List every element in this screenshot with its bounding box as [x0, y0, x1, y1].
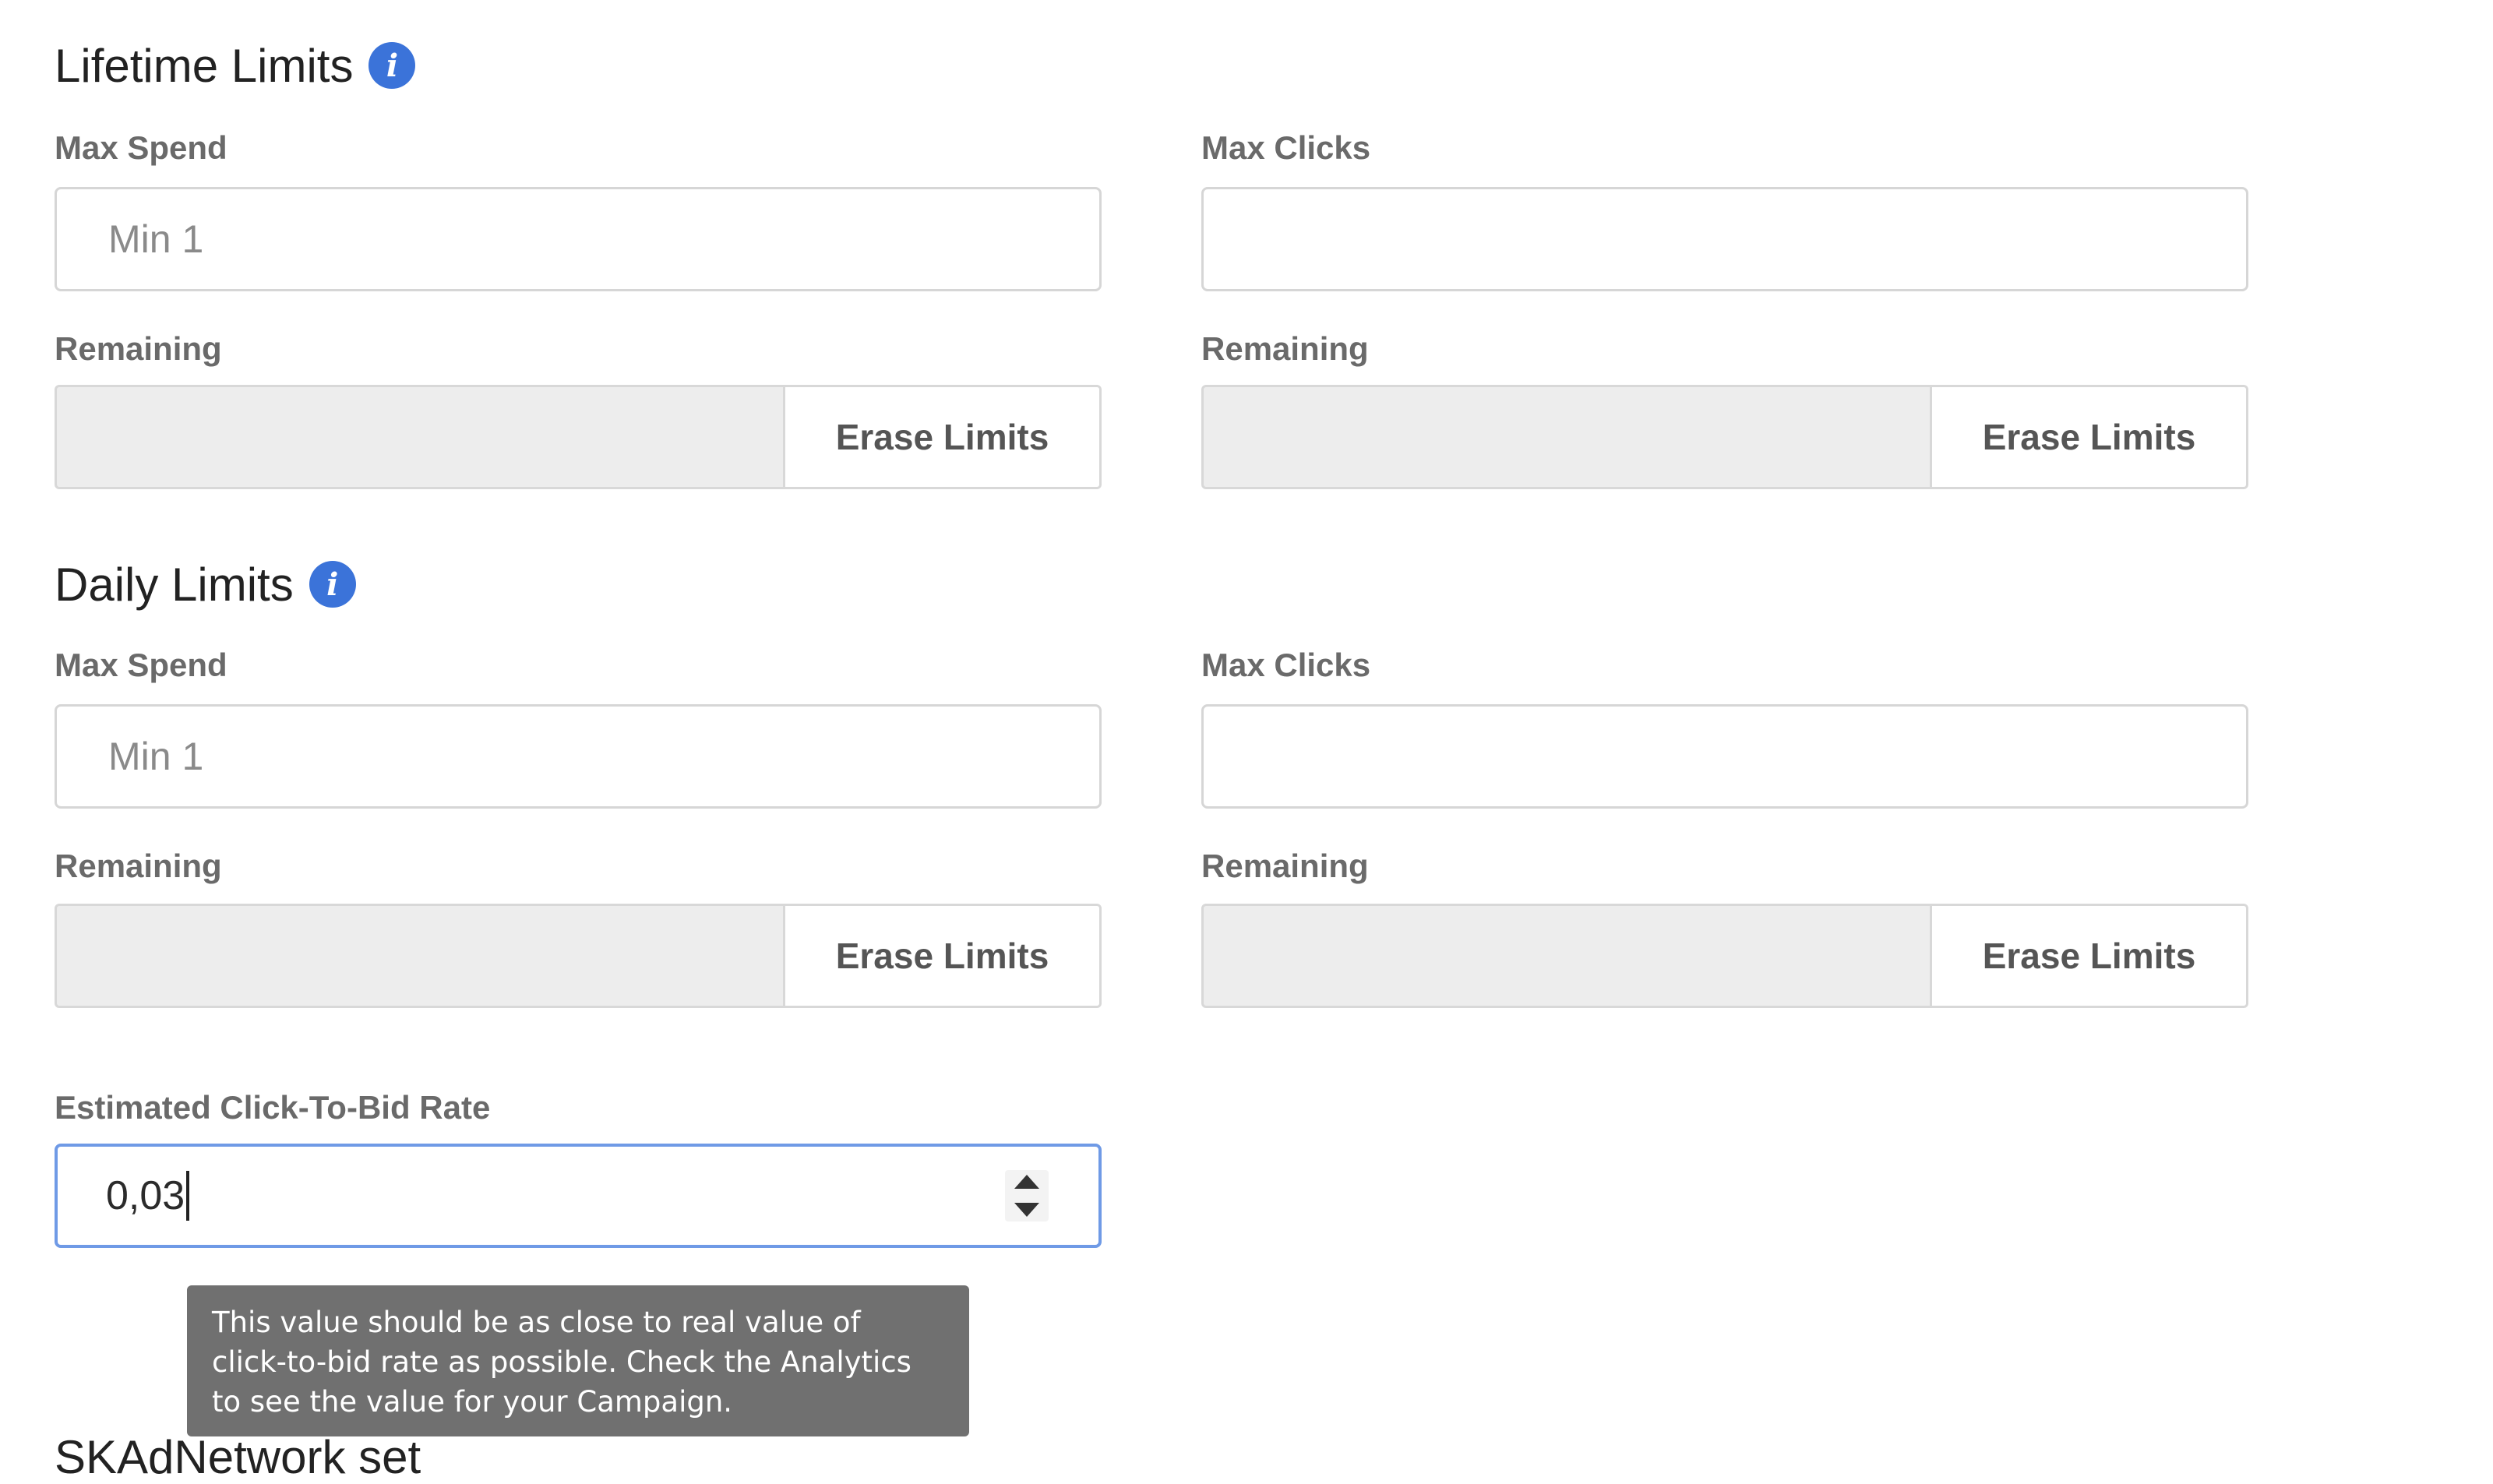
lifetime-max-spend-label: Max Spend [55, 129, 227, 166]
daily-limits-heading: Daily Limits i [55, 553, 356, 615]
stepper-down-icon[interactable] [1014, 1203, 1039, 1217]
info-icon[interactable]: i [368, 42, 416, 89]
daily-clicks-remaining-field: Erase Limits [1201, 904, 2248, 1008]
daily-clicks-erase-button[interactable]: Erase Limits [1930, 906, 2246, 1006]
lifetime-remaining-label-left: Remaining [55, 330, 222, 367]
daily-max-spend-input[interactable]: Min 1 [55, 704, 1102, 809]
daily-remaining-label-right: Remaining [1201, 848, 1369, 884]
lifetime-max-spend-input[interactable]: Min 1 [55, 187, 1102, 291]
lifetime-max-clicks-label: Max Clicks [1201, 129, 1371, 166]
lifetime-spend-remaining-field: Erase Limits [55, 385, 1102, 489]
lifetime-spend-erase-button[interactable]: Erase Limits [783, 387, 1099, 487]
lifetime-clicks-erase-button[interactable]: Erase Limits [1930, 387, 2246, 487]
skadnetwork-heading: SKAdNetwork set [55, 1431, 421, 1483]
lifetime-remaining-label-right: Remaining [1201, 330, 1369, 367]
click-to-bid-rate-input[interactable]: 0,03 [55, 1144, 1102, 1248]
click-to-bid-rate-label: Estimated Click-To-Bid Rate [55, 1089, 491, 1126]
click-to-bid-rate-value: 0,03 [106, 1173, 185, 1218]
daily-max-clicks-input[interactable] [1201, 704, 2248, 809]
click-to-bid-rate-tooltip: This value should be as close to real va… [187, 1285, 969, 1436]
lifetime-max-clicks-input[interactable] [1201, 187, 2248, 291]
daily-remaining-label-left: Remaining [55, 848, 222, 884]
info-icon[interactable]: i [309, 561, 356, 608]
lifetime-clicks-remaining-field: Erase Limits [1201, 385, 2248, 489]
text-caret [186, 1171, 190, 1221]
daily-limits-title: Daily Limits [55, 558, 294, 611]
daily-max-spend-placeholder: Min 1 [108, 735, 204, 778]
lifetime-limits-heading: Lifetime Limits i [55, 34, 416, 97]
daily-spend-remaining-field: Erase Limits [55, 904, 1102, 1008]
lifetime-limits-title: Lifetime Limits [55, 39, 354, 92]
stepper-up-icon[interactable] [1014, 1175, 1039, 1189]
daily-spend-erase-button[interactable]: Erase Limits [783, 906, 1099, 1006]
daily-max-spend-label: Max Spend [55, 647, 227, 683]
lifetime-max-spend-placeholder: Min 1 [108, 217, 204, 261]
daily-max-clicks-label: Max Clicks [1201, 647, 1371, 683]
number-stepper[interactable] [1005, 1170, 1049, 1221]
